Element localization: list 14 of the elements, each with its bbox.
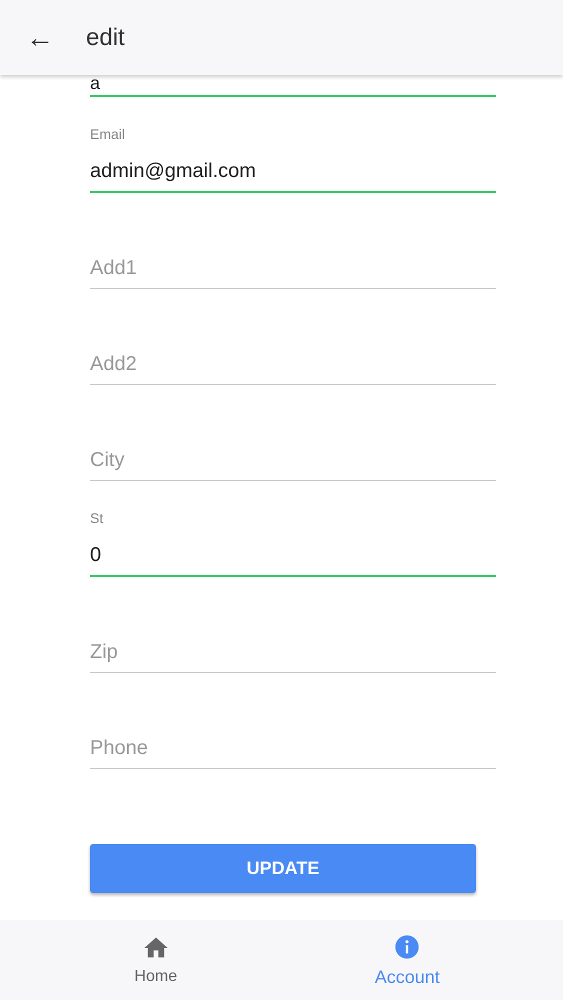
field-label: Email: [90, 126, 126, 142]
input-field[interactable]: Add1: [90, 257, 496, 289]
input-field[interactable]: admin@gmail.com: [90, 160, 496, 193]
input-field[interactable]: Add2: [90, 353, 496, 385]
nav-tab[interactable]: Home: [96, 920, 216, 1000]
input-field[interactable]: 0: [90, 544, 496, 577]
page-title: edit: [86, 24, 125, 52]
input-field[interactable]: Phone: [90, 737, 496, 769]
back-button[interactable]: ←: [22, 20, 58, 56]
input-field[interactable]: a: [90, 73, 496, 97]
field-label: St: [90, 510, 104, 526]
input-field[interactable]: City: [90, 449, 496, 481]
info-icon: [393, 932, 422, 960]
input-field[interactable]: Zip: [90, 641, 496, 673]
